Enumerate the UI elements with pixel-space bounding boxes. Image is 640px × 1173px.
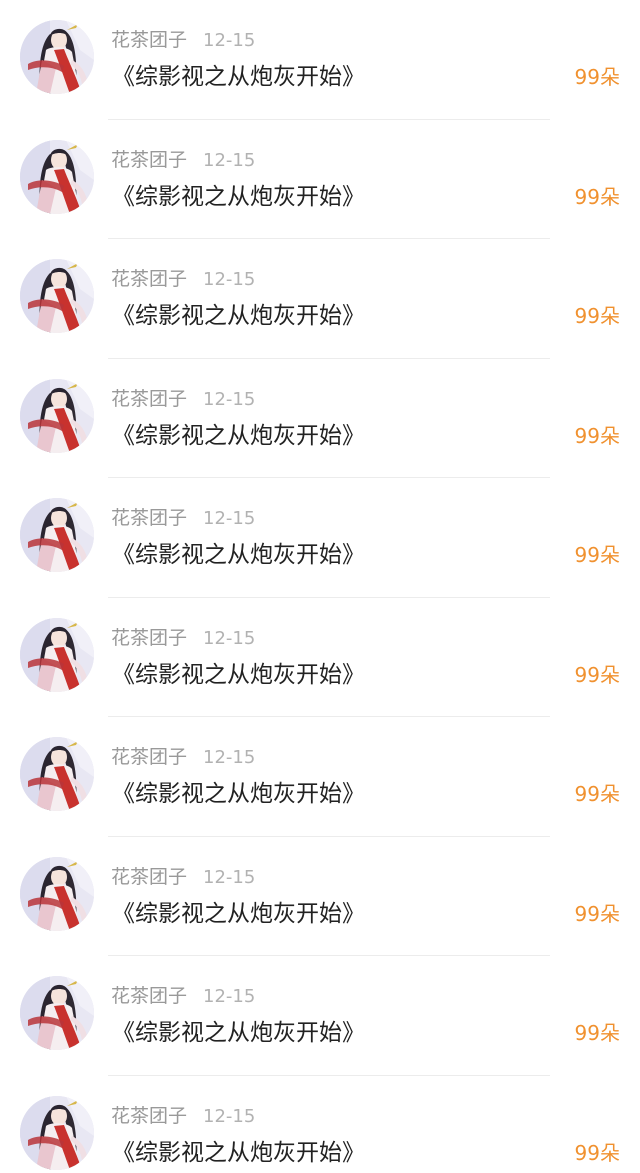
post-date: 12-15 bbox=[203, 508, 256, 529]
post-date: 12-15 bbox=[203, 269, 256, 290]
flower-count: 99朵 bbox=[574, 1140, 620, 1165]
user-name: 花茶团子 bbox=[111, 626, 188, 649]
book-title[interactable]: 《综影视之从炮灰开始》 bbox=[112, 419, 365, 453]
list-item[interactable]: 花茶团子 12-15 《综影视之从炮灰开始》 99朵 bbox=[0, 478, 640, 598]
list-item[interactable]: 花茶团子 12-15 《综影视之从炮灰开始》 99朵 bbox=[0, 956, 640, 1076]
item-meta: 花茶团子 12-15 bbox=[111, 27, 255, 53]
book-title[interactable]: 《综影视之从炮灰开始》 bbox=[112, 658, 365, 692]
item-meta: 花茶团子 12-15 bbox=[111, 625, 255, 651]
flower-count: 99朵 bbox=[574, 304, 620, 328]
user-name: 花茶团子 bbox=[111, 507, 188, 529]
user-name: 花茶团子 bbox=[111, 985, 188, 1007]
list-item[interactable]: 花茶团子 12-15 《综影视之从炮灰开始》 99朵 bbox=[0, 598, 640, 717]
list-item[interactable]: 花茶团子 12-15 《综影视之从炮灰开始》 99朵 bbox=[0, 0, 640, 120]
flower-count: 99朵 bbox=[574, 901, 620, 926]
post-date: 12-15 bbox=[203, 986, 256, 1007]
post-date: 12-15 bbox=[203, 388, 256, 410]
book-title[interactable]: 《综影视之从炮灰开始》 bbox=[112, 299, 365, 333]
item-meta: 花茶团子 12-15 bbox=[111, 744, 255, 770]
flower-count: 99朵 bbox=[574, 184, 620, 209]
gift-record-list: 花茶团子 12-15 《综影视之从炮灰开始》 99朵 花茶团子 12-15 《综影视… bbox=[0, 0, 640, 1173]
flower-count: 99朵 bbox=[574, 782, 620, 806]
user-name: 花茶团子 bbox=[111, 268, 188, 290]
book-title[interactable]: 《综影视之从炮灰开始》 bbox=[112, 1016, 365, 1050]
user-name: 花茶团子 bbox=[111, 387, 188, 410]
post-date: 12-15 bbox=[203, 627, 256, 649]
user-avatar-icon[interactable] bbox=[20, 259, 94, 333]
user-avatar-icon[interactable] bbox=[20, 1095, 94, 1170]
book-title[interactable]: 《综影视之从炮灰开始》 bbox=[112, 180, 365, 214]
post-date: 12-15 bbox=[203, 866, 256, 888]
user-avatar-icon[interactable] bbox=[20, 737, 94, 811]
book-title[interactable]: 《综影视之从炮灰开始》 bbox=[112, 538, 365, 572]
user-avatar-icon[interactable] bbox=[20, 498, 94, 572]
list-item[interactable]: 花茶团子 12-15 《综影视之从炮灰开始》 99朵 bbox=[0, 837, 640, 956]
user-avatar-icon[interactable] bbox=[20, 139, 94, 214]
post-date: 12-15 bbox=[203, 149, 256, 171]
user-name: 花茶团子 bbox=[111, 148, 188, 171]
flower-count: 99朵 bbox=[574, 662, 620, 687]
item-meta: 花茶团子 12-15 bbox=[111, 266, 255, 292]
list-item[interactable]: 花茶团子 12-15 《综影视之从炮灰开始》 99朵 bbox=[0, 239, 640, 359]
post-date: 12-15 bbox=[203, 30, 256, 51]
list-item[interactable]: 花茶团子 12-15 《综影视之从炮灰开始》 99朵 bbox=[0, 359, 640, 478]
flower-count: 99朵 bbox=[574, 1021, 620, 1045]
user-avatar-icon[interactable] bbox=[20, 856, 94, 931]
book-title[interactable]: 《综影视之从炮灰开始》 bbox=[112, 1136, 365, 1170]
user-avatar-icon[interactable] bbox=[20, 378, 94, 453]
flower-count: 99朵 bbox=[574, 543, 620, 567]
user-avatar-icon[interactable] bbox=[20, 617, 94, 692]
flower-count: 99朵 bbox=[574, 423, 620, 448]
user-avatar-icon[interactable] bbox=[20, 976, 94, 1050]
user-name: 花茶团子 bbox=[111, 746, 188, 768]
book-title[interactable]: 《综影视之从炮灰开始》 bbox=[112, 897, 365, 931]
item-meta: 花茶团子 12-15 bbox=[111, 147, 255, 173]
user-name: 花茶团子 bbox=[111, 29, 188, 51]
item-meta: 花茶团子 12-15 bbox=[111, 1103, 255, 1129]
flower-count: 99朵 bbox=[574, 65, 620, 89]
user-name: 花茶团子 bbox=[111, 1104, 188, 1127]
book-title[interactable]: 《综影视之从炮灰开始》 bbox=[112, 777, 365, 811]
list-item[interactable]: 花茶团子 12-15 《综影视之从炮灰开始》 99朵 bbox=[0, 120, 640, 239]
item-meta: 花茶团子 12-15 bbox=[111, 386, 255, 412]
list-item[interactable]: 花茶团子 12-15 《综影视之从炮灰开始》 99朵 bbox=[0, 1076, 640, 1173]
list-item[interactable]: 花茶团子 12-15 《综影视之从炮灰开始》 99朵 bbox=[0, 717, 640, 837]
post-date: 12-15 bbox=[203, 1105, 256, 1127]
post-date: 12-15 bbox=[203, 747, 256, 768]
user-avatar-icon[interactable] bbox=[20, 20, 94, 94]
item-meta: 花茶团子 12-15 bbox=[111, 983, 255, 1009]
user-name: 花茶团子 bbox=[111, 865, 188, 888]
item-meta: 花茶团子 12-15 bbox=[111, 505, 255, 531]
item-meta: 花茶团子 12-15 bbox=[111, 864, 255, 890]
book-title[interactable]: 《综影视之从炮灰开始》 bbox=[112, 60, 365, 94]
